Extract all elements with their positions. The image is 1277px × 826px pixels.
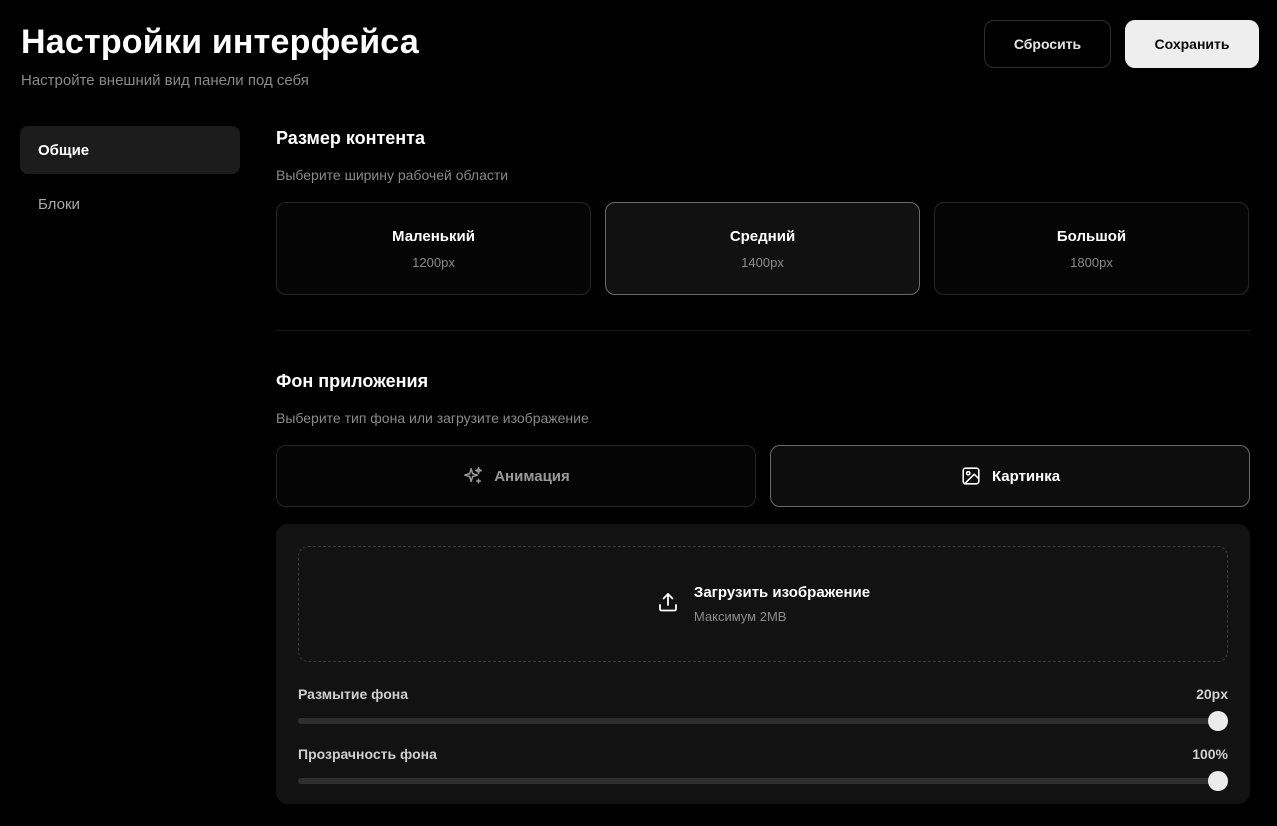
page-subtitle: Настройте внешний вид панели под себя (21, 72, 309, 89)
sidebar-item-label: Блоки (38, 195, 80, 213)
size-option-name: Средний (729, 227, 796, 245)
blur-slider-label: Размытие фона (298, 686, 409, 702)
app-background-section: Фон приложения Выберите тип фона или заг… (276, 369, 1250, 804)
background-option-label: Картинка (991, 467, 1061, 485)
size-option-large[interactable]: Большой 1800px (934, 202, 1249, 295)
upload-hint: Максимум 2MB (693, 609, 787, 624)
section-description: Выберите ширину рабочей области (276, 167, 509, 183)
background-option-animation[interactable]: Анимация (276, 445, 756, 507)
section-description: Выберите тип фона или загрузите изображе… (276, 410, 589, 426)
image-upload-dropzone[interactable]: Загрузить изображение Максимум 2MB (298, 546, 1228, 662)
blur-slider-value: 20px (1196, 686, 1228, 702)
settings-sidebar: Общие Блоки (20, 126, 240, 234)
reset-button[interactable]: Сбросить (984, 20, 1111, 68)
blur-slider-track[interactable] (298, 711, 1228, 731)
background-option-image[interactable]: Картинка (770, 445, 1250, 507)
upload-title: Загрузить изображение (693, 584, 871, 601)
save-button[interactable]: Сохранить (1125, 20, 1259, 68)
sidebar-item-blocks[interactable]: Блоки (20, 180, 240, 228)
size-option-value: 1200px (412, 254, 455, 270)
sidebar-item-label: Общие (38, 141, 90, 159)
content-size-options: Маленький 1200px Средний 1400px Большой … (276, 202, 1250, 295)
content-size-section: Размер контента Выберите ширину рабочей … (276, 126, 1250, 295)
upload-text: Загрузить изображение Максимум 2MB (694, 584, 870, 624)
blur-slider-block: Размытие фона 20px (298, 686, 1228, 731)
opacity-slider-label: Прозрачность фона (298, 746, 437, 762)
opacity-slider-value: 100% (1192, 746, 1228, 762)
opacity-slider-thumb[interactable] (1208, 771, 1228, 791)
blur-slider-thumb[interactable] (1208, 711, 1228, 731)
background-option-label: Анимация (494, 467, 570, 485)
section-title: Размер контента (276, 128, 425, 148)
sparkles-icon (462, 465, 484, 487)
opacity-slider-track[interactable] (298, 771, 1228, 791)
size-option-value: 1400px (741, 254, 784, 270)
opacity-slider-fill (298, 778, 1228, 784)
size-option-small[interactable]: Маленький 1200px (276, 202, 591, 295)
section-divider (276, 330, 1250, 331)
image-icon (960, 465, 982, 487)
upload-icon (656, 590, 680, 619)
size-option-value: 1800px (1070, 254, 1113, 270)
settings-main: Размер контента Выберите ширину рабочей … (276, 126, 1250, 804)
opacity-slider-block: Прозрачность фона 100% (298, 746, 1228, 791)
background-type-options: Анимация Картинка (276, 445, 1250, 507)
page-title: Настройки интерфейса (21, 23, 419, 61)
sidebar-item-general[interactable]: Общие (20, 126, 240, 174)
size-option-name: Большой (1056, 227, 1127, 245)
blur-slider-fill (298, 718, 1228, 724)
settings-page: Настройки интерфейса Настройте внешний в… (0, 0, 1277, 826)
section-title: Фон приложения (276, 371, 429, 391)
size-option-name: Маленький (392, 227, 475, 245)
image-settings-panel: Загрузить изображение Максимум 2MB Размы… (276, 524, 1250, 804)
size-option-medium[interactable]: Средний 1400px (605, 202, 920, 295)
